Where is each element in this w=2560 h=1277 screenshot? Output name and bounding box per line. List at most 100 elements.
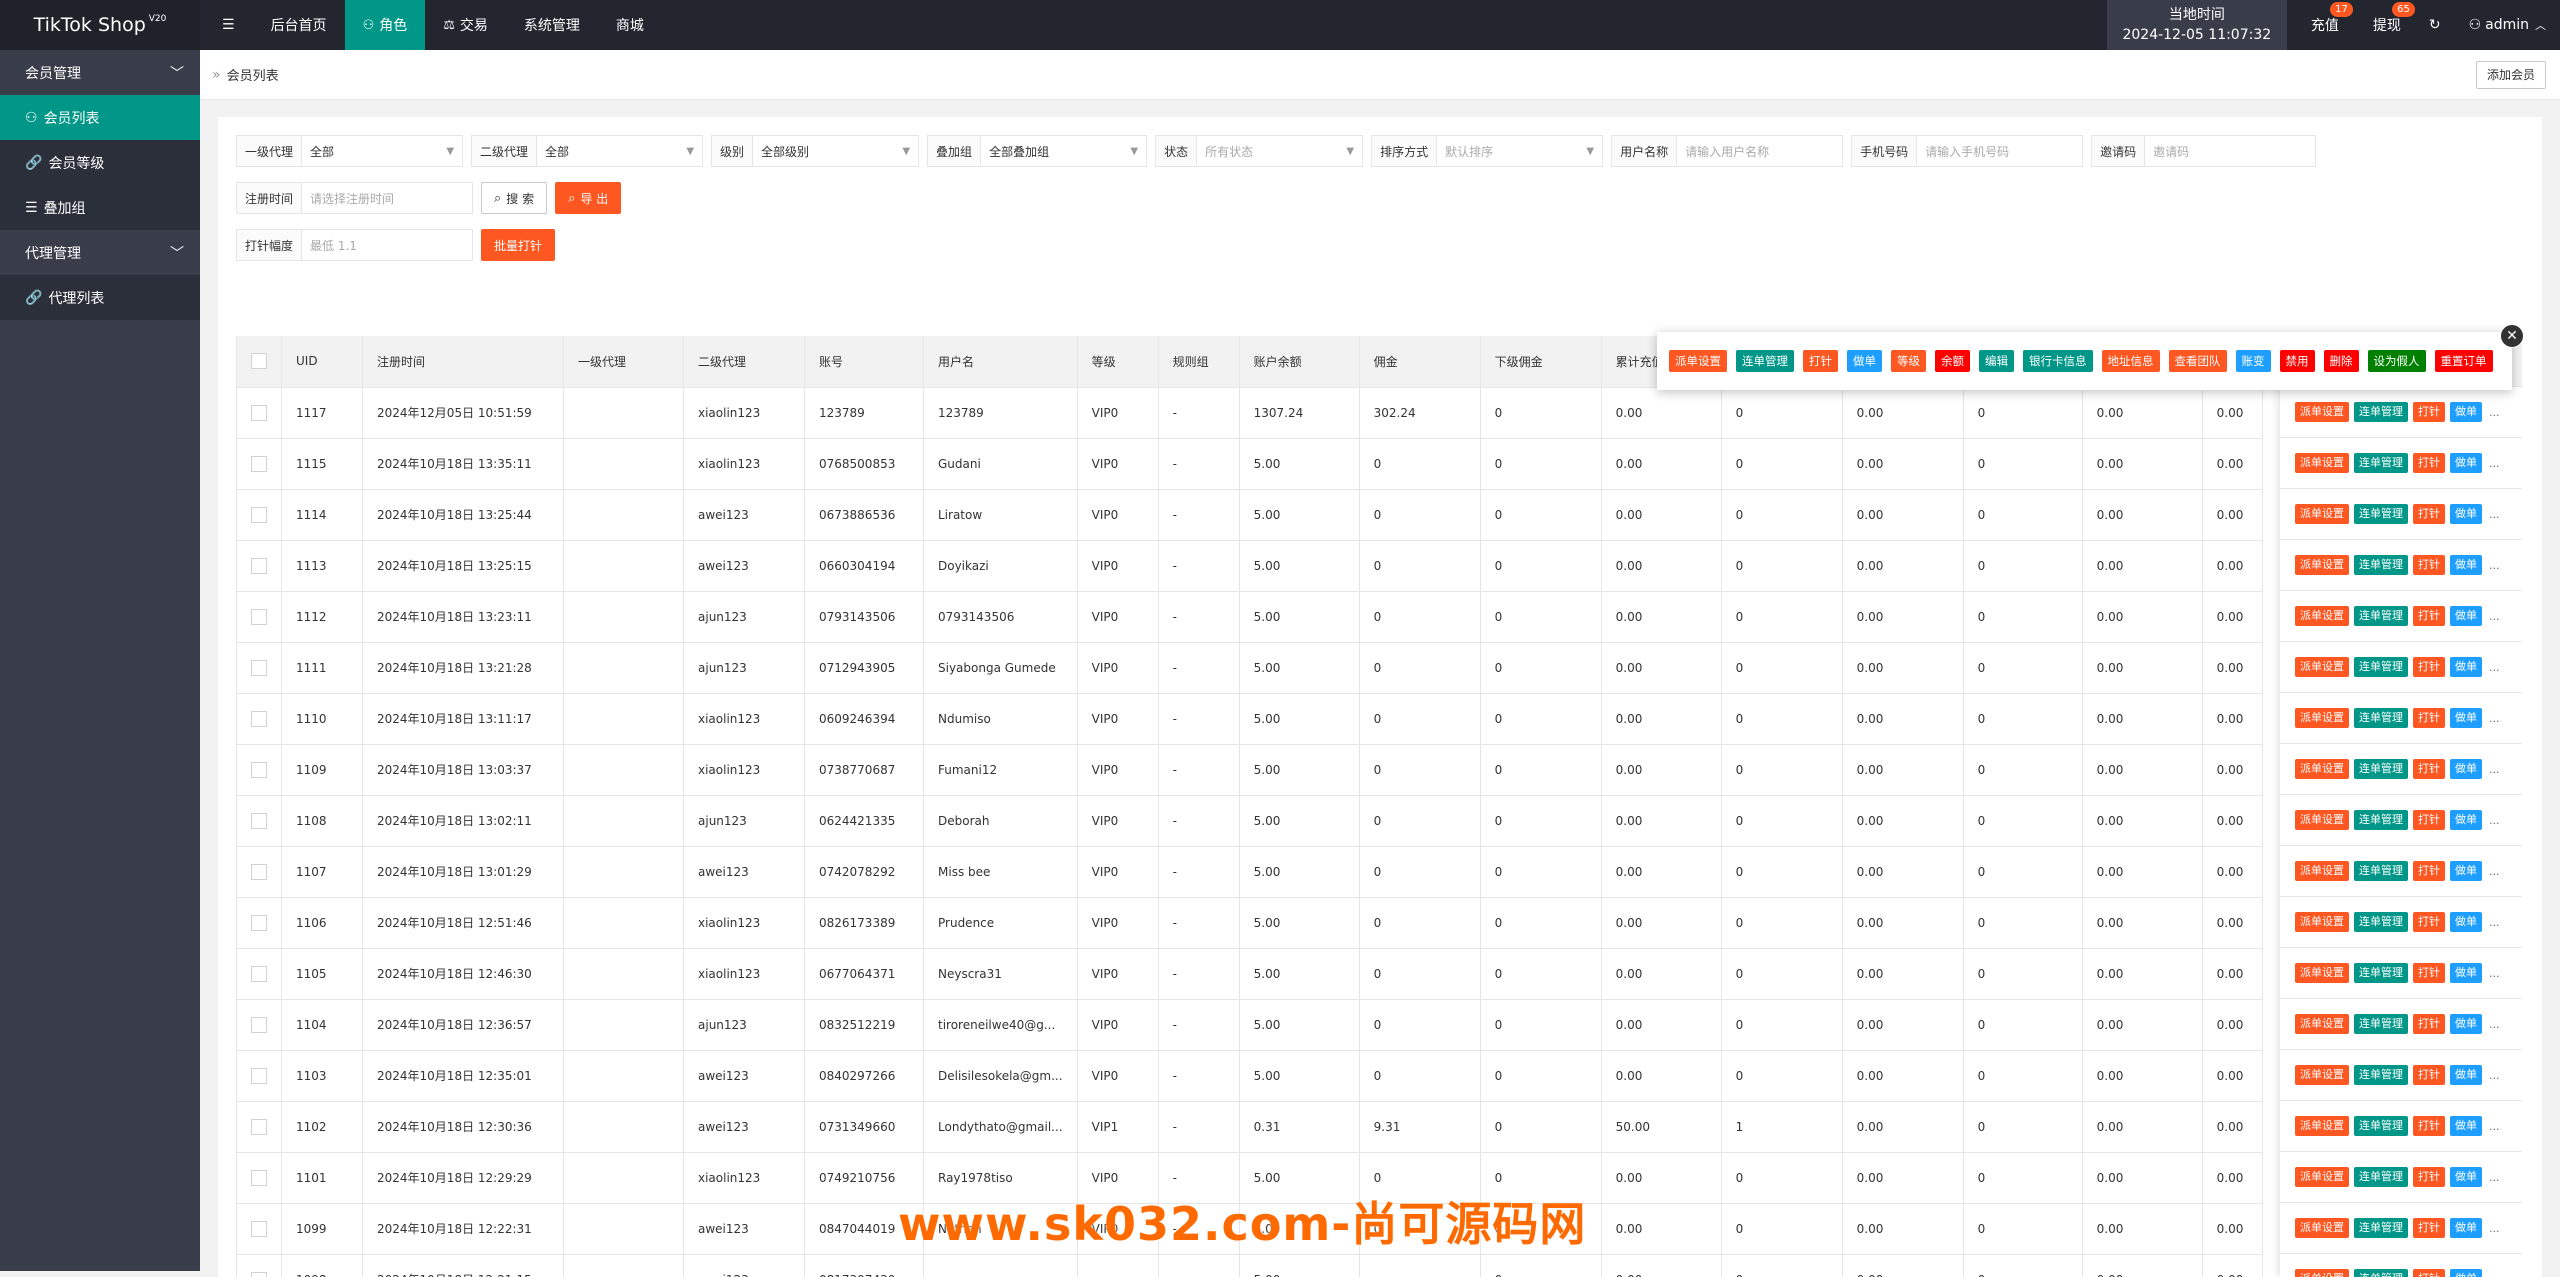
row-checkbox[interactable] xyxy=(251,1068,267,1084)
row-checkbox[interactable] xyxy=(251,915,267,931)
popup-op-button[interactable]: 派单设置 xyxy=(1669,350,1727,372)
select-all-checkbox[interactable] xyxy=(251,353,267,369)
row-checkbox[interactable] xyxy=(251,456,267,472)
row-checkbox[interactable] xyxy=(251,609,267,625)
more-ops-button[interactable]: ... xyxy=(2489,1120,2500,1133)
more-ops-button[interactable]: ... xyxy=(2489,508,2500,521)
sidebar-group-member[interactable]: 会员管理 ﹀ xyxy=(0,50,200,95)
sidebar-item-member-level[interactable]: 🔗 会员等级 xyxy=(0,140,200,185)
row-checkbox[interactable] xyxy=(251,864,267,880)
more-ops-button[interactable]: ... xyxy=(2489,814,2500,827)
row-op-button[interactable]: 做单 xyxy=(2450,657,2482,677)
more-ops-button[interactable]: ... xyxy=(2489,1171,2500,1184)
more-ops-button[interactable]: ... xyxy=(2489,610,2500,623)
row-checkbox[interactable] xyxy=(251,405,267,421)
popup-op-button[interactable]: 等级 xyxy=(1891,350,1926,372)
table-row[interactable]: 11122024年10月18日 13:23:11ajun123079314350… xyxy=(237,591,2262,642)
sidebar-item-member-list[interactable]: ⚇ 会员列表 xyxy=(0,95,200,140)
row-op-button[interactable]: 派单设置 xyxy=(2295,1065,2349,1085)
row-op-button[interactable]: 连单管理 xyxy=(2354,1218,2408,1238)
sort-select[interactable]: 排序方式默认排序▼ xyxy=(1371,135,1603,167)
table-row[interactable]: 11082024年10月18日 13:02:11ajun123062442133… xyxy=(237,795,2262,846)
row-op-button[interactable]: 派单设置 xyxy=(2295,963,2349,983)
level-select[interactable]: 级别全部级别▼ xyxy=(711,135,919,167)
row-op-button[interactable]: 打针 xyxy=(2413,708,2445,728)
more-ops-button[interactable]: ... xyxy=(2489,1273,2500,1277)
agent2-select[interactable]: 二级代理全部▼ xyxy=(471,135,703,167)
row-op-button[interactable]: 派单设置 xyxy=(2295,1218,2349,1238)
popup-op-button[interactable]: 删除 xyxy=(2324,350,2359,372)
row-op-button[interactable]: 做单 xyxy=(2450,402,2482,422)
row-op-button[interactable]: 做单 xyxy=(2450,1014,2482,1034)
row-checkbox[interactable] xyxy=(251,1170,267,1186)
row-op-button[interactable]: 连单管理 xyxy=(2354,1116,2408,1136)
row-op-button[interactable]: 打针 xyxy=(2413,606,2445,626)
username-input[interactable]: 用户名称请输入用户名称 xyxy=(1611,135,1843,167)
table-row[interactable]: 11102024年10月18日 13:11:17xiaolin123060924… xyxy=(237,693,2262,744)
more-ops-button[interactable]: ... xyxy=(2489,712,2500,725)
more-ops-button[interactable]: ... xyxy=(2489,559,2500,572)
table-row[interactable]: 11092024年10月18日 13:03:37xiaolin123073877… xyxy=(237,744,2262,795)
agent1-select[interactable]: 一级代理全部▼ xyxy=(236,135,463,167)
add-member-button[interactable]: 添加会员 xyxy=(2476,61,2546,89)
row-op-button[interactable]: 连单管理 xyxy=(2354,402,2408,422)
row-op-button[interactable]: 打针 xyxy=(2413,504,2445,524)
table-row[interactable]: 10982024年10月18日 12:21:15awei123081730743… xyxy=(237,1254,2262,1277)
table-row[interactable]: 11142024年10月18日 13:25:44awei123067388653… xyxy=(237,489,2262,540)
topnav-item-system[interactable]: 系统管理 xyxy=(506,0,598,50)
more-ops-button[interactable]: ... xyxy=(2489,457,2500,470)
row-op-button[interactable]: 打针 xyxy=(2413,1116,2445,1136)
sidebar-item-stack-group[interactable]: ☰ 叠加组 xyxy=(0,185,200,230)
row-op-button[interactable]: 连单管理 xyxy=(2354,759,2408,779)
popup-op-button[interactable]: 账变 xyxy=(2236,350,2271,372)
punch-range-input[interactable]: 打针幅度最低 1.1 xyxy=(236,229,473,261)
row-op-button[interactable]: 打针 xyxy=(2413,810,2445,830)
stack-select[interactable]: 叠加组全部叠加组▼ xyxy=(927,135,1147,167)
phone-input[interactable]: 手机号码请输入手机号码 xyxy=(1851,135,2083,167)
row-checkbox[interactable] xyxy=(251,558,267,574)
app-logo[interactable]: TikTok ShopV20 xyxy=(0,0,200,50)
row-op-button[interactable]: 连单管理 xyxy=(2354,555,2408,575)
popup-op-button[interactable]: 打针 xyxy=(1803,350,1838,372)
row-op-button[interactable]: 连单管理 xyxy=(2354,504,2408,524)
row-op-button[interactable]: 打针 xyxy=(2413,963,2445,983)
row-op-button[interactable]: 做单 xyxy=(2450,810,2482,830)
table-row[interactable]: 11052024年10月18日 12:46:30xiaolin123067706… xyxy=(237,948,2262,999)
row-op-button[interactable]: 派单设置 xyxy=(2295,504,2349,524)
popup-op-button[interactable]: 银行卡信息 xyxy=(2023,350,2093,372)
row-op-button[interactable]: 连单管理 xyxy=(2354,1014,2408,1034)
row-op-button[interactable]: 连单管理 xyxy=(2354,453,2408,473)
row-op-button[interactable]: 做单 xyxy=(2450,1065,2482,1085)
row-op-button[interactable]: 派单设置 xyxy=(2295,606,2349,626)
sidebar-group-agent[interactable]: 代理管理 ﹀ xyxy=(0,230,200,275)
more-ops-button[interactable]: ... xyxy=(2489,1222,2500,1235)
row-checkbox[interactable] xyxy=(251,1221,267,1237)
popup-op-button[interactable]: 地址信息 xyxy=(2102,350,2160,372)
row-checkbox[interactable] xyxy=(251,1017,267,1033)
row-op-button[interactable]: 做单 xyxy=(2450,861,2482,881)
row-op-button[interactable]: 打针 xyxy=(2413,912,2445,932)
popup-op-button[interactable]: 做单 xyxy=(1847,350,1882,372)
more-ops-button[interactable]: ... xyxy=(2489,406,2500,419)
close-popup-button[interactable]: ✕ xyxy=(2500,324,2524,348)
row-op-button[interactable]: 做单 xyxy=(2450,555,2482,575)
more-ops-button[interactable]: ... xyxy=(2489,1069,2500,1082)
invite-code-input[interactable]: 邀请码邀请码 xyxy=(2091,135,2316,167)
table-row[interactable]: 11032024年10月18日 12:35:01awei123084029726… xyxy=(237,1050,2262,1101)
more-ops-button[interactable]: ... xyxy=(2489,967,2500,980)
row-checkbox[interactable] xyxy=(251,1119,267,1135)
row-checkbox[interactable] xyxy=(251,813,267,829)
popup-op-button[interactable]: 连单管理 xyxy=(1736,350,1794,372)
table-row[interactable]: 11172024年12月05日 10:51:59xiaolin123123789… xyxy=(237,387,2262,438)
popup-op-button[interactable]: 禁用 xyxy=(2280,350,2315,372)
menu-toggle-button[interactable]: ☰ xyxy=(204,0,253,50)
row-op-button[interactable]: 派单设置 xyxy=(2295,861,2349,881)
row-op-button[interactable]: 打针 xyxy=(2413,759,2445,779)
row-op-button[interactable]: 做单 xyxy=(2450,504,2482,524)
row-op-button[interactable]: 连单管理 xyxy=(2354,606,2408,626)
user-menu[interactable]: ⚇ admin ︿ xyxy=(2455,0,2560,50)
row-op-button[interactable]: 派单设置 xyxy=(2295,810,2349,830)
more-ops-button[interactable]: ... xyxy=(2489,763,2500,776)
popup-op-button[interactable]: 查看团队 xyxy=(2169,350,2227,372)
row-op-button[interactable]: 做单 xyxy=(2450,1269,2482,1277)
